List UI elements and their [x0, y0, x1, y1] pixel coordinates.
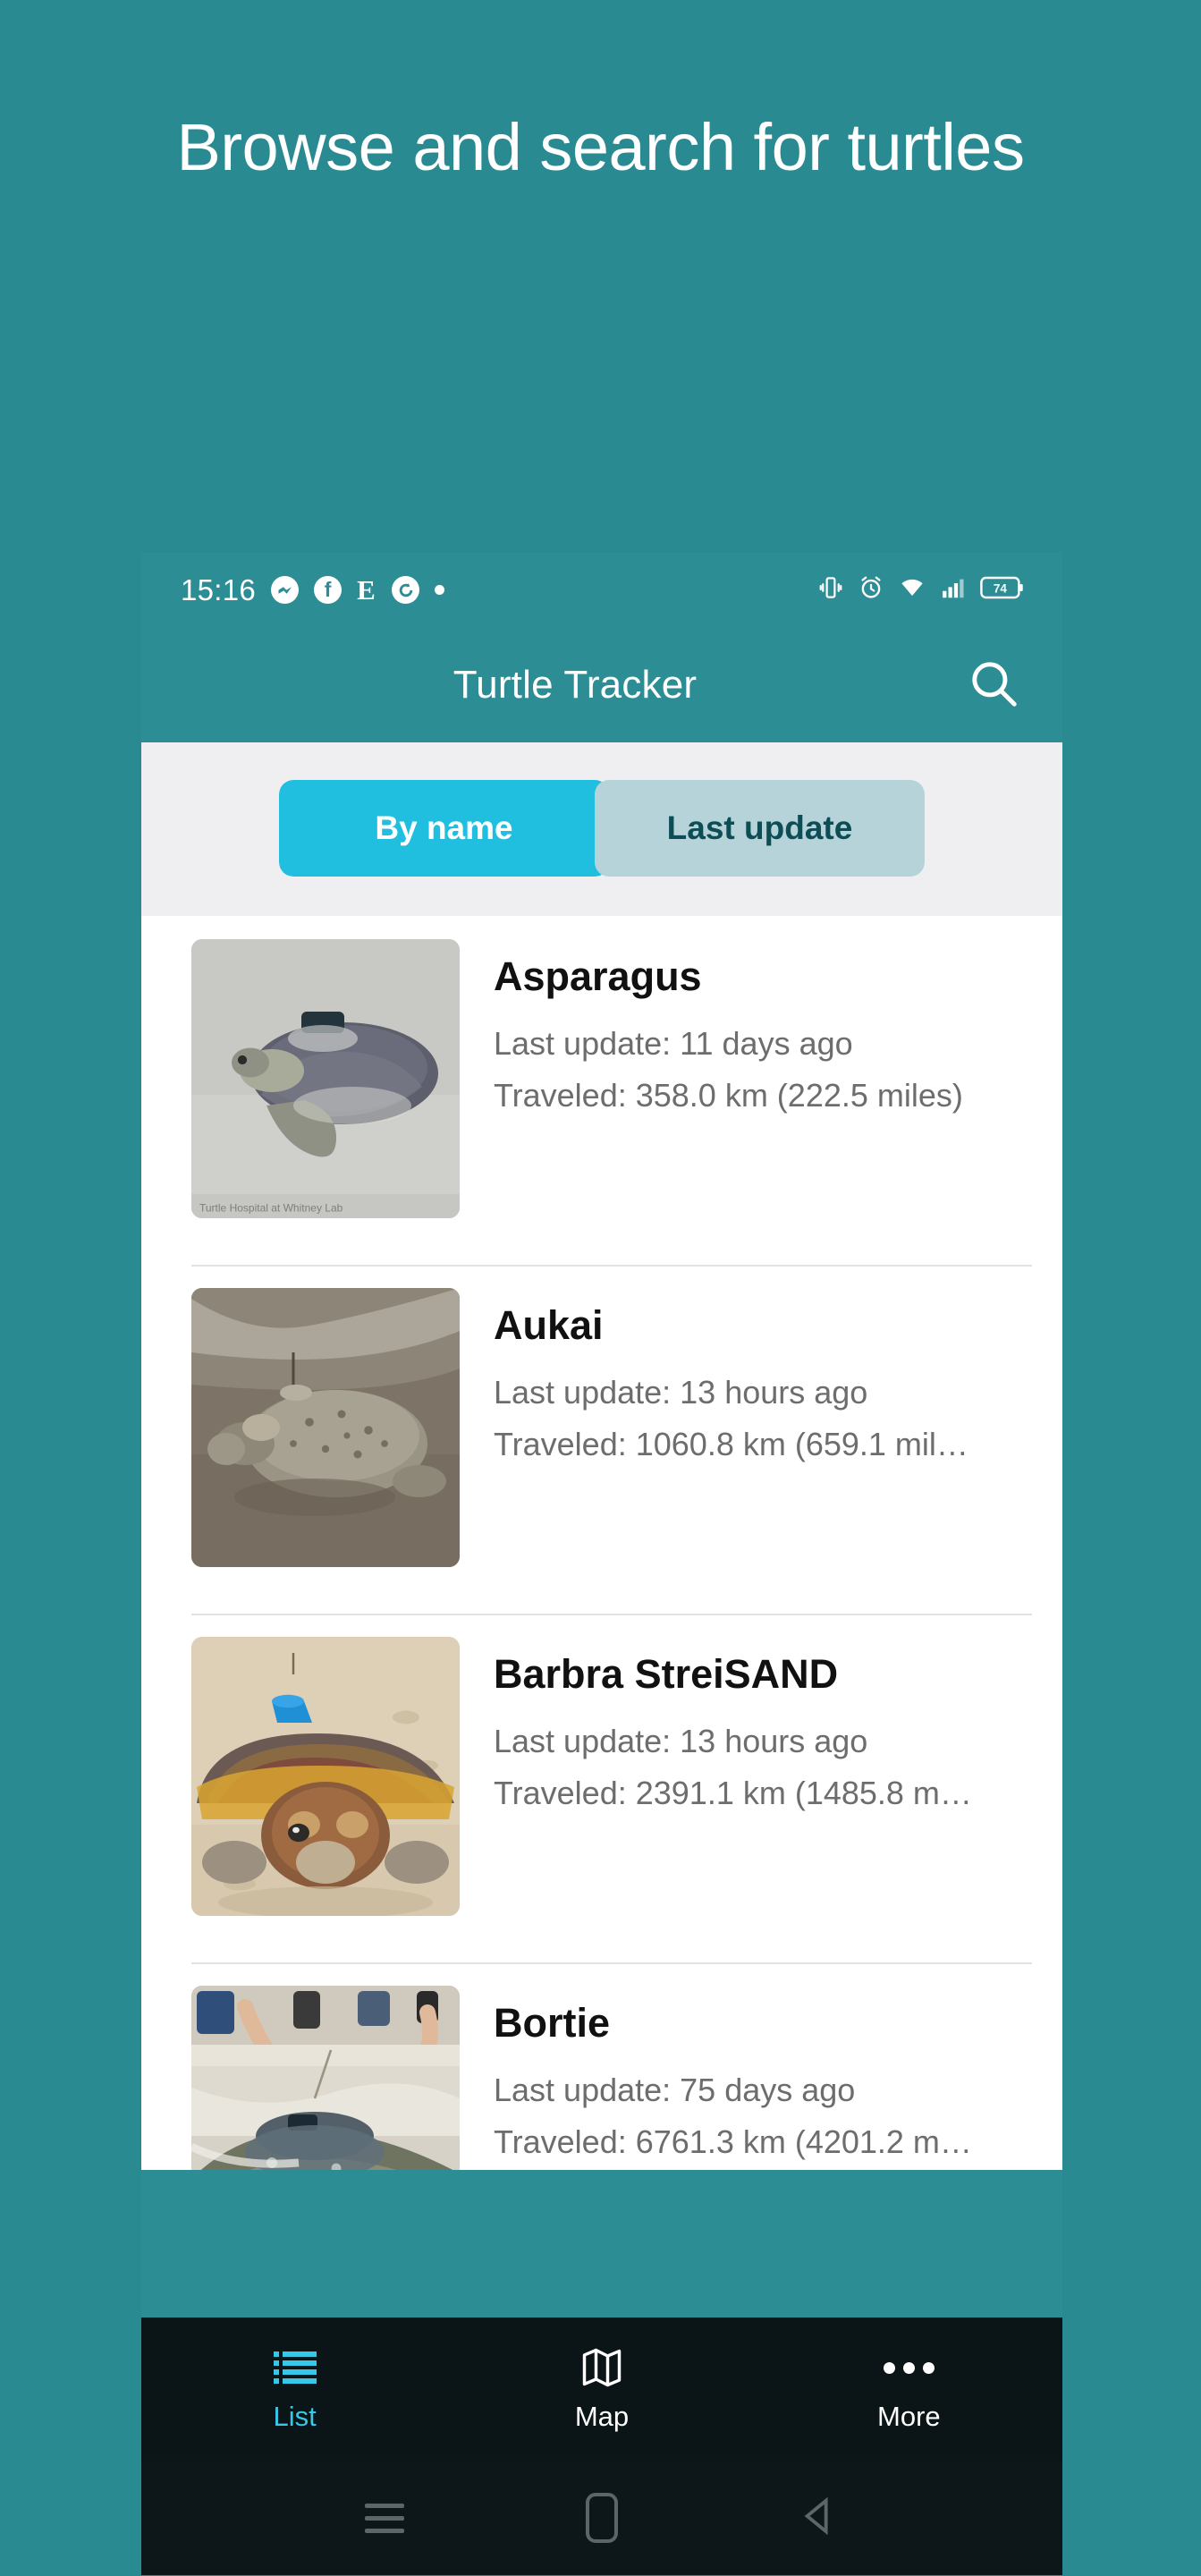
turtle-name: Aukai — [494, 1302, 604, 1348]
sort-segmented-control: By name Last update — [279, 780, 925, 877]
turtle-info: Barbra StreiSAND Last update: 13 hours a… — [494, 1637, 1025, 1825]
nav-tab-map-label: Map — [574, 2401, 630, 2432]
turtle-last-update: Last update: 11 days ago — [494, 1025, 853, 1062]
segment-by-name[interactable]: By name — [279, 780, 609, 877]
turtle-thumbnail — [191, 1637, 460, 1916]
list-item[interactable]: Aukai Last update: 13 hours ago Traveled… — [141, 1265, 1062, 1614]
dot-icon — [435, 585, 445, 595]
status-time: 15:16 — [181, 572, 257, 606]
turtle-last-update: Last update: 13 hours ago — [494, 1374, 868, 1411]
app-bar: Turtle Tracker — [141, 628, 1062, 742]
turtle-last-update: Last update: 13 hours ago — [494, 1723, 868, 1759]
nav-tab-list-label: List — [273, 2401, 317, 2432]
segment-last-update[interactable]: Last update — [595, 780, 925, 877]
facebook-icon: f — [314, 576, 343, 604]
turtle-last-update: Last update: 75 days ago — [494, 2072, 856, 2108]
turtle-info: Bortie Last update: 75 days ago Traveled… — [494, 1986, 1025, 2170]
turtle-traveled: Traveled: 358.0 km (222.5 miles) — [494, 1077, 963, 1114]
home-icon — [585, 2493, 618, 2543]
more-dots-icon — [883, 2345, 935, 2390]
turtle-thumbnail — [191, 1288, 460, 1567]
home-button[interactable] — [548, 2464, 655, 2572]
map-icon — [579, 2345, 625, 2390]
status-bar-right: 74 — [817, 574, 1023, 606]
status-bar-left: 15:16 f E — [181, 572, 445, 607]
nav-tab-list[interactable]: List — [141, 2345, 448, 2433]
svg-text:74: 74 — [994, 581, 1008, 595]
signal-icon — [940, 574, 967, 606]
recents-button[interactable] — [331, 2464, 438, 2572]
turtle-thumbnail: Turtle Hospital at Whitney Lab — [191, 939, 460, 1218]
status-bar: 15:16 f E 74 — [141, 552, 1062, 628]
turtle-list[interactable]: Turtle Hospital at Whitney Lab Asparagus… — [141, 916, 1062, 2170]
phone-screenshot: 15:16 f E 74 Turtle Tracker By name Last… — [141, 552, 1062, 2575]
alarm-icon — [858, 574, 884, 606]
turtle-thumbnail — [191, 1986, 460, 2170]
search-icon — [966, 656, 1021, 716]
turtle-info: Aukai Last update: 13 hours ago Traveled… — [494, 1288, 1025, 1476]
sort-segment-band: By name Last update — [141, 742, 1062, 916]
wifi-icon — [898, 574, 926, 606]
turtle-traveled: Traveled: 6761.3 km (4201.2 m… — [494, 2123, 972, 2161]
recents-icon — [364, 2503, 404, 2533]
turtle-traveled: Traveled: 2391.1 km (1485.8 m… — [494, 1775, 972, 1812]
e-icon: E — [357, 574, 376, 606]
turtle-name: Bortie — [494, 2000, 611, 2046]
turtle-name: Asparagus — [494, 953, 702, 999]
vibrate-icon — [817, 574, 844, 606]
back-icon — [799, 2496, 840, 2541]
list-item[interactable]: Barbra StreiSAND Last update: 13 hours a… — [141, 1614, 1062, 1962]
list-item[interactable]: Bortie Last update: 75 days ago Traveled… — [141, 1962, 1062, 2170]
bottom-navigation: List Map More — [141, 2318, 1062, 2461]
system-navigation-bar — [141, 2461, 1062, 2575]
messenger-icon — [271, 576, 300, 604]
turtle-info: Asparagus Last update: 11 days ago Trave… — [494, 939, 1025, 1127]
battery-icon: 74 — [980, 575, 1023, 605]
nav-tab-more-label: More — [877, 2401, 941, 2432]
search-button[interactable] — [955, 647, 1032, 724]
list-icon — [273, 2345, 317, 2390]
c-icon — [392, 576, 420, 604]
turtle-traveled: Traveled: 1060.8 km (659.1 mil… — [494, 1426, 968, 1463]
list-item[interactable]: Turtle Hospital at Whitney Lab Asparagus… — [141, 916, 1062, 1265]
promo-headline: Browse and search for turtles — [176, 110, 1025, 184]
nav-tab-more[interactable]: More — [756, 2345, 1062, 2433]
turtle-name: Barbra StreiSAND — [494, 1651, 839, 1697]
page-title: Turtle Tracker — [452, 663, 698, 707]
svg-text:Turtle Hospital at Whitney Lab: Turtle Hospital at Whitney Lab — [199, 1202, 343, 1215]
nav-tab-map[interactable]: Map — [448, 2345, 755, 2433]
back-button[interactable] — [765, 2464, 873, 2572]
